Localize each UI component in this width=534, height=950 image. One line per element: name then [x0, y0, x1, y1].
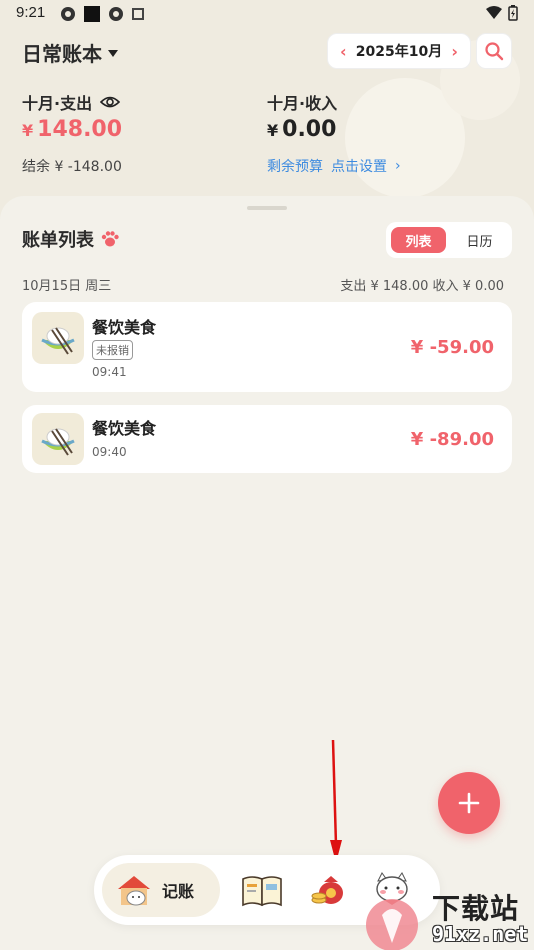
entry-amount: ¥ -89.00 [410, 429, 494, 450]
chevron-right-icon: › [395, 158, 401, 174]
book-name: 日常账本 [22, 42, 102, 66]
eye-icon[interactable] [100, 95, 121, 109]
watermark-url: 91xz.net [432, 922, 529, 946]
currency-symbol: ¥ [22, 121, 34, 140]
watermark-title: 下载站 [432, 892, 520, 925]
dropdown-caret-icon [108, 50, 118, 57]
budget-label: 剩余预算 [267, 159, 323, 175]
cat-house-icon [118, 876, 150, 906]
a-badge-icon [132, 8, 144, 20]
nav-item-assets[interactable] [306, 869, 350, 911]
bill-entry[interactable]: 餐饮美食 未报销 09:41 ¥ -59.00 [22, 302, 512, 392]
entry-category: 餐饮美食 [92, 318, 157, 337]
budget-link[interactable]: 剩余预算 点击设置 › [267, 156, 401, 176]
date-totals: 支出 ¥ 148.00 收入 ¥ 0.00 [340, 279, 504, 294]
income-amount: ¥0.00 [267, 117, 336, 142]
wifi-icon [486, 6, 502, 19]
bill-list-title: 账单列表 [22, 226, 120, 252]
month-label[interactable]: 2025年10月 [356, 41, 442, 61]
currency-symbol: ¥ [267, 121, 279, 140]
rice-bowl-icon [32, 312, 84, 364]
income-title: 十月·收入 [267, 94, 338, 113]
entry-time: 09:40 [92, 445, 127, 459]
entry-time: 09:41 [92, 365, 127, 379]
entry-category: 餐饮美食 [92, 419, 157, 438]
aperture-icon [61, 7, 75, 21]
date-label: 10月15日 周三 [22, 279, 112, 294]
income-value: 0.00 [282, 117, 337, 142]
plus-icon [458, 792, 480, 814]
nav-item-book[interactable] [240, 869, 284, 911]
paw-icon [101, 231, 119, 247]
money-bag-icon [311, 876, 343, 904]
drag-handle[interactable] [247, 206, 287, 210]
tab-list[interactable]: 列表 [391, 227, 446, 253]
book-icon [242, 876, 282, 907]
rice-bowl-icon [32, 413, 84, 465]
app-notification-icon [84, 6, 100, 22]
battery-icon [508, 5, 518, 21]
search-button[interactable] [476, 33, 512, 69]
balance-text: 结余 ¥ -148.00 [22, 159, 122, 175]
status-bar: 9:21 [0, 0, 534, 28]
nav-item-bookkeeping[interactable]: 记账 [102, 863, 220, 917]
month-picker: ‹ 2025年10月 › [327, 33, 471, 69]
entry-amount: ¥ -59.00 [410, 337, 494, 358]
aperture-icon [109, 7, 123, 21]
reimburse-tag: 未报销 [92, 340, 133, 360]
nav-label: 记账 [162, 882, 195, 901]
bill-list-title-label: 账单列表 [22, 230, 94, 251]
view-toggle: 列表 日历 [386, 222, 512, 258]
chevron-right-icon[interactable]: › [451, 42, 458, 61]
book-selector[interactable]: 日常账本 [22, 38, 118, 67]
status-time: 9:21 [16, 4, 46, 21]
tab-calendar[interactable]: 日历 [452, 227, 507, 253]
bill-entry[interactable]: 餐饮美食 09:40 ¥ -89.00 [22, 405, 512, 473]
chevron-left-icon[interactable]: ‹ [340, 42, 347, 61]
expense-value: 148.00 [37, 117, 123, 142]
expense-amount: ¥148.00 [22, 117, 122, 142]
annotation-arrow [330, 740, 342, 863]
date-group-header: 10月15日 周三 支出 ¥ 148.00 收入 ¥ 0.00 [22, 275, 504, 294]
add-bill-button[interactable] [438, 772, 500, 834]
budget-action: 点击设置 [331, 159, 387, 175]
system-icons [486, 5, 518, 21]
expense-title: 十月·支出 [22, 90, 121, 114]
expense-title-label: 十月·支出 [22, 94, 93, 113]
search-icon [485, 42, 504, 61]
notification-icons [60, 6, 144, 22]
